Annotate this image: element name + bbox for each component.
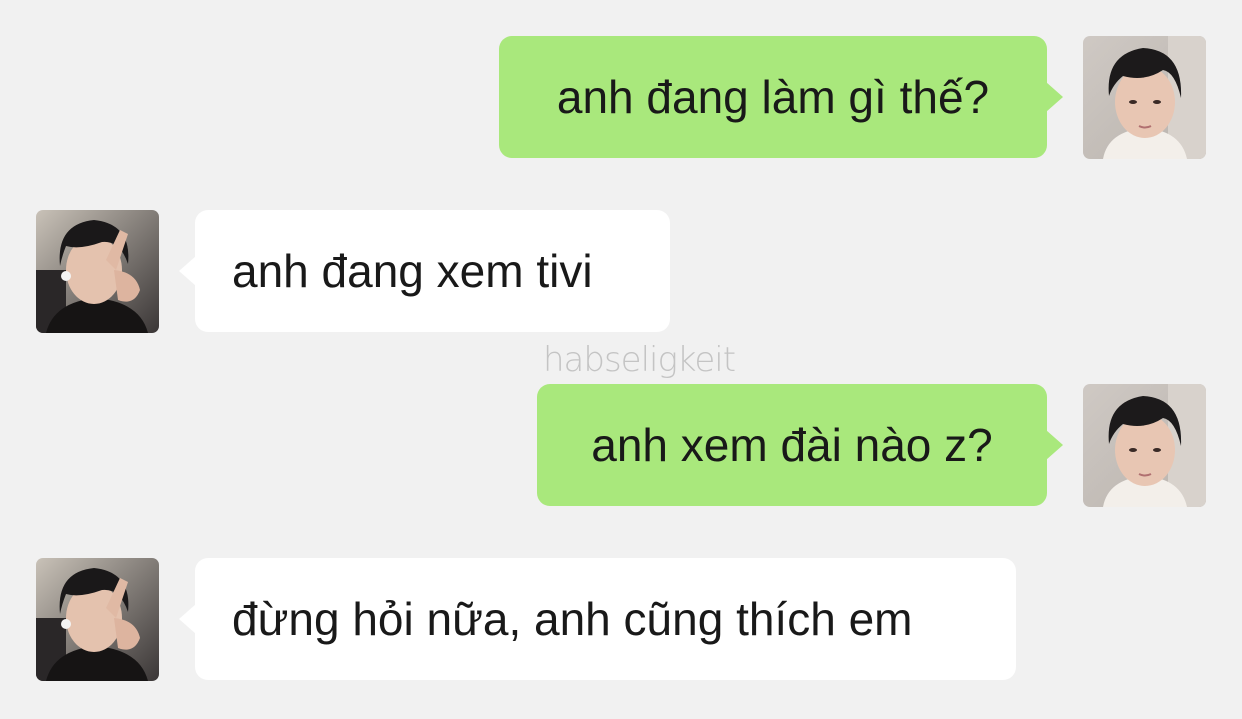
bubble-tail bbox=[179, 604, 196, 634]
contact-photo-icon bbox=[36, 210, 159, 333]
avatar[interactable] bbox=[1083, 36, 1206, 159]
avatar[interactable] bbox=[36, 558, 159, 681]
bubble-tail bbox=[1046, 82, 1063, 112]
message-bubble-sent[interactable]: anh xem đài nào z? bbox=[537, 384, 1063, 506]
bubble-tail bbox=[1046, 430, 1063, 460]
watermark: habseligkeit bbox=[543, 340, 736, 380]
message-bubble-received[interactable]: đừng hỏi nữa, anh cũng thích em bbox=[179, 558, 1016, 680]
bubble-tail bbox=[179, 256, 196, 286]
contact-photo-icon bbox=[36, 558, 159, 681]
message-text: anh đang làm gì thế? bbox=[556, 71, 990, 123]
message-text: đừng hỏi nữa, anh cũng thích em bbox=[232, 593, 913, 645]
user-photo-icon bbox=[1083, 36, 1206, 159]
message-bubble-received[interactable]: anh đang xem tivi bbox=[179, 210, 670, 332]
message-bubble-sent[interactable]: anh đang làm gì thế? bbox=[499, 36, 1063, 158]
avatar[interactable] bbox=[1083, 384, 1206, 507]
user-photo-icon bbox=[1083, 384, 1206, 507]
avatar[interactable] bbox=[36, 210, 159, 333]
message-text: anh xem đài nào z? bbox=[591, 419, 993, 471]
message-text: anh đang xem tivi bbox=[232, 245, 593, 297]
